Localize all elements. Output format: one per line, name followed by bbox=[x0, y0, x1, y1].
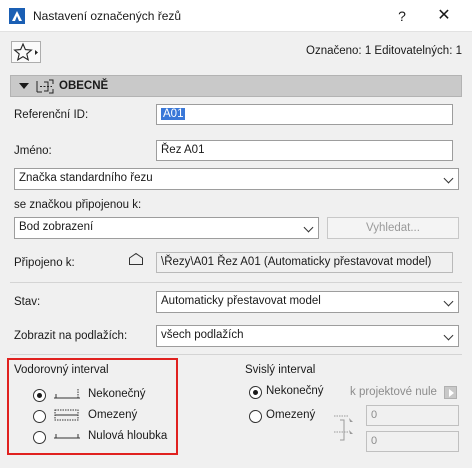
window-title: Nastavení označených řezů bbox=[33, 9, 182, 23]
selection-status: Označeno: 1 Editovatelných: 1 bbox=[306, 45, 462, 57]
show-on-stories-label: Zobrazit na podlažích: bbox=[14, 330, 128, 342]
close-button[interactable]: ✕ bbox=[430, 5, 458, 27]
show-on-stories-dropdown[interactable]: všech podlažích bbox=[156, 325, 459, 347]
collapse-triangle-icon bbox=[19, 83, 29, 89]
browse-button[interactable]: Vyhledat... bbox=[327, 217, 459, 239]
status-label: Stav: bbox=[14, 296, 41, 308]
archicad-app-icon bbox=[9, 8, 25, 24]
favorites-button[interactable] bbox=[11, 41, 41, 63]
vertical-limited-radio[interactable] bbox=[249, 410, 262, 423]
section-marker-icon bbox=[36, 79, 54, 94]
chevron-down-icon bbox=[443, 173, 454, 184]
horizontal-zero-depth-radio[interactable] bbox=[33, 431, 46, 444]
connected-to-field: \Řezy\A01 Řez A01 (Automaticky přestavov… bbox=[156, 252, 453, 273]
linked-marker-dropdown[interactable]: Bod zobrazení bbox=[14, 217, 319, 239]
vertical-range-icon bbox=[334, 415, 353, 441]
status-value: Automaticky přestavovat model bbox=[161, 295, 321, 307]
vertical-infinite-label[interactable]: Nekonečný bbox=[266, 385, 324, 397]
name-label: Jméno: bbox=[14, 145, 52, 157]
horizontal-range-title: Vodorovný interval bbox=[14, 364, 109, 376]
horizontal-infinite-label[interactable]: Nekonečný bbox=[88, 388, 146, 400]
name-input[interactable]: Řez A01 bbox=[156, 140, 453, 161]
linked-marker-label: se značkou připojenou k: bbox=[14, 199, 142, 211]
horizontal-limited-radio[interactable] bbox=[33, 410, 46, 423]
horizontal-zero-depth-label[interactable]: Nulová hloubka bbox=[88, 430, 167, 442]
horizontal-infinite-radio[interactable] bbox=[33, 389, 46, 402]
vertical-top-input[interactable]: 0 bbox=[366, 405, 459, 426]
chevron-down-icon bbox=[443, 330, 454, 341]
vertical-limited-label[interactable]: Omezený bbox=[266, 409, 315, 421]
connected-to-label: Připojeno k: bbox=[14, 257, 75, 269]
marker-type-dropdown[interactable]: Značka standardního řezu bbox=[14, 168, 459, 190]
title-bar: Nastavení označených řezů ? ✕ bbox=[0, 0, 472, 32]
divider bbox=[10, 282, 462, 283]
infinite-range-icon bbox=[54, 389, 80, 399]
vertical-range-title: Svislý interval bbox=[245, 364, 316, 376]
reference-id-input[interactable]: A01 bbox=[156, 104, 453, 125]
show-on-stories-value: všech podlažích bbox=[161, 329, 244, 341]
divider bbox=[10, 354, 462, 355]
chevron-down-icon bbox=[303, 222, 314, 233]
reference-id-value: A01 bbox=[161, 108, 186, 120]
help-button[interactable]: ? bbox=[388, 5, 416, 27]
zero-depth-icon bbox=[54, 434, 80, 439]
marker-type-value: Značka standardního řezu bbox=[19, 172, 153, 184]
reference-id-label: Referenční ID: bbox=[14, 109, 89, 121]
vertical-infinite-radio[interactable] bbox=[249, 386, 262, 399]
house-icon bbox=[129, 252, 143, 265]
section-title: OBECNĚ bbox=[59, 80, 109, 92]
reference-label: k projektové nule bbox=[350, 386, 437, 398]
reference-menu-button[interactable] bbox=[444, 386, 457, 399]
limited-range-icon bbox=[54, 409, 79, 421]
chevron-down-icon bbox=[443, 296, 454, 307]
linked-marker-value: Bod zobrazení bbox=[19, 221, 94, 233]
vertical-bottom-input[interactable]: 0 bbox=[366, 431, 459, 452]
section-header-general[interactable]: OBECNĚ bbox=[10, 75, 462, 97]
horizontal-limited-label[interactable]: Omezený bbox=[88, 409, 137, 421]
status-dropdown[interactable]: Automaticky přestavovat model bbox=[156, 291, 459, 313]
star-icon bbox=[13, 42, 38, 61]
